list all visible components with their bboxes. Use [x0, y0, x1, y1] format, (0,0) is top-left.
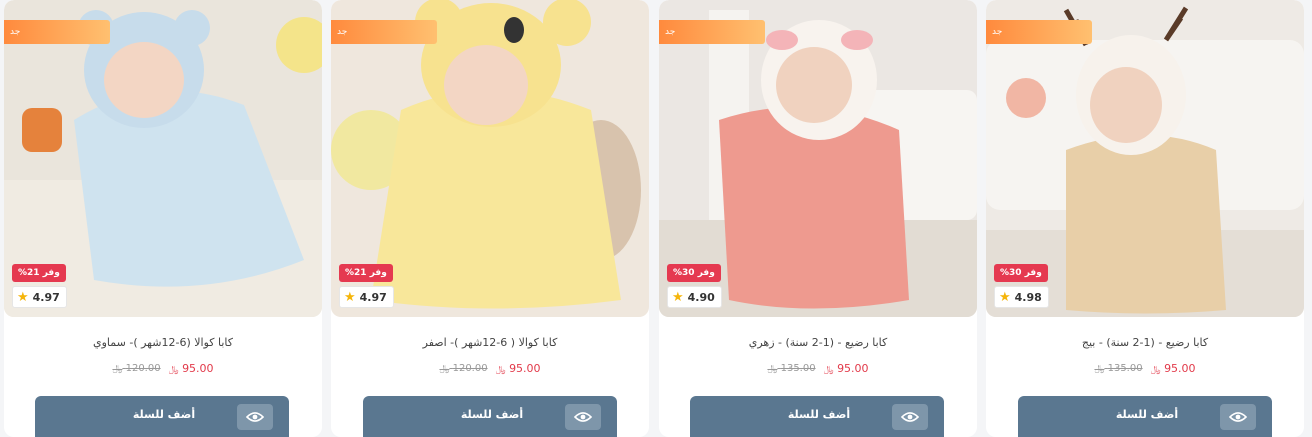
- product-card[interactable]: جد وفر 21% ★ 4.97 كابا كوالا (6-12شهر )-…: [4, 0, 322, 437]
- rating-badge: ★ 4.90: [667, 286, 722, 308]
- star-icon: ★: [344, 289, 356, 305]
- eye-icon: [574, 412, 592, 422]
- price-row: 95.00 ﷼ 135.00 ﷼: [986, 362, 1304, 375]
- product-title[interactable]: كابا كوالا ( 6-12شهر )- اصفر: [331, 336, 649, 349]
- quick-view-button[interactable]: [237, 404, 273, 430]
- rating-value: 4.90: [687, 290, 715, 304]
- currency-icon: ﷼: [1094, 364, 1105, 374]
- quick-view-button[interactable]: [1220, 404, 1256, 430]
- current-price: 95.00 ﷼: [495, 362, 541, 375]
- card-actions: أضف للسلة: [1018, 396, 1272, 437]
- rating-badge: ★ 4.98: [994, 286, 1049, 308]
- currency-icon: ﷼: [168, 365, 179, 375]
- promo-ribbon: جد: [659, 20, 765, 44]
- add-to-cart-button[interactable]: أضف للسلة: [79, 396, 249, 437]
- card-actions: أضف للسلة: [690, 396, 944, 437]
- star-icon: ★: [672, 289, 684, 305]
- old-price: 135.00 ﷼: [767, 363, 816, 374]
- old-price: 135.00 ﷼: [1094, 363, 1143, 374]
- price-row: 95.00 ﷼ 135.00 ﷼: [659, 362, 977, 375]
- card-actions: أضف للسلة: [363, 396, 617, 437]
- promo-ribbon: جد: [331, 20, 437, 44]
- eye-icon: [246, 412, 264, 422]
- currency-icon: ﷼: [1150, 365, 1161, 375]
- discount-badge: وفر 30%: [667, 264, 721, 282]
- product-card[interactable]: جد وفر 21% ★ 4.97 كابا كوالا ( 6-12شهر )…: [331, 0, 649, 437]
- star-icon: ★: [17, 289, 29, 305]
- add-to-cart-button[interactable]: أضف للسلة: [1062, 396, 1232, 437]
- quick-view-button[interactable]: [565, 404, 601, 430]
- current-price: 95.00 ﷼: [1150, 362, 1196, 375]
- rating-badge: ★ 4.97: [12, 286, 67, 308]
- price-row: 95.00 ﷼ 120.00 ﷼: [4, 362, 322, 375]
- price-row: 95.00 ﷼ 120.00 ﷼: [331, 362, 649, 375]
- star-icon: ★: [999, 289, 1011, 305]
- card-actions: أضف للسلة: [35, 396, 289, 437]
- product-title[interactable]: كابا رضيع - (1-2 سنة) - زهري: [659, 336, 977, 349]
- rating-value: 4.97: [359, 290, 387, 304]
- currency-icon: ﷼: [112, 364, 123, 374]
- old-price: 120.00 ﷼: [439, 363, 488, 374]
- old-price: 120.00 ﷼: [112, 363, 161, 374]
- currency-icon: ﷼: [495, 365, 506, 375]
- rating-badge: ★ 4.97: [339, 286, 394, 308]
- currency-icon: ﷼: [823, 365, 834, 375]
- rating-value: 4.97: [32, 290, 60, 304]
- eye-icon: [901, 412, 919, 422]
- quick-view-button[interactable]: [892, 404, 928, 430]
- product-card[interactable]: جد وفر 30% ★ 4.90 كابا رضيع - (1-2 سنة) …: [659, 0, 977, 437]
- promo-ribbon: جد: [4, 20, 110, 44]
- current-price: 95.00 ﷼: [168, 362, 214, 375]
- product-grid: جد وفر 21% ★ 4.97 كابا كوالا (6-12شهر )-…: [0, 0, 1312, 437]
- currency-icon: ﷼: [439, 364, 450, 374]
- currency-icon: ﷼: [767, 364, 778, 374]
- promo-ribbon: جد: [986, 20, 1092, 44]
- product-title[interactable]: كابا رضيع - (1-2 سنة) - بيج: [986, 336, 1304, 349]
- product-title[interactable]: كابا كوالا (6-12شهر )- سماوي: [4, 336, 322, 349]
- discount-badge: وفر 21%: [12, 264, 66, 282]
- add-to-cart-button[interactable]: أضف للسلة: [734, 396, 904, 437]
- discount-badge: وفر 21%: [339, 264, 393, 282]
- product-card[interactable]: جد وفر 30% ★ 4.98 كابا رضيع - (1-2 سنة) …: [986, 0, 1304, 437]
- current-price: 95.00 ﷼: [823, 362, 869, 375]
- discount-badge: وفر 30%: [994, 264, 1048, 282]
- rating-value: 4.98: [1014, 290, 1042, 304]
- add-to-cart-button[interactable]: أضف للسلة: [407, 396, 577, 437]
- eye-icon: [1229, 412, 1247, 422]
